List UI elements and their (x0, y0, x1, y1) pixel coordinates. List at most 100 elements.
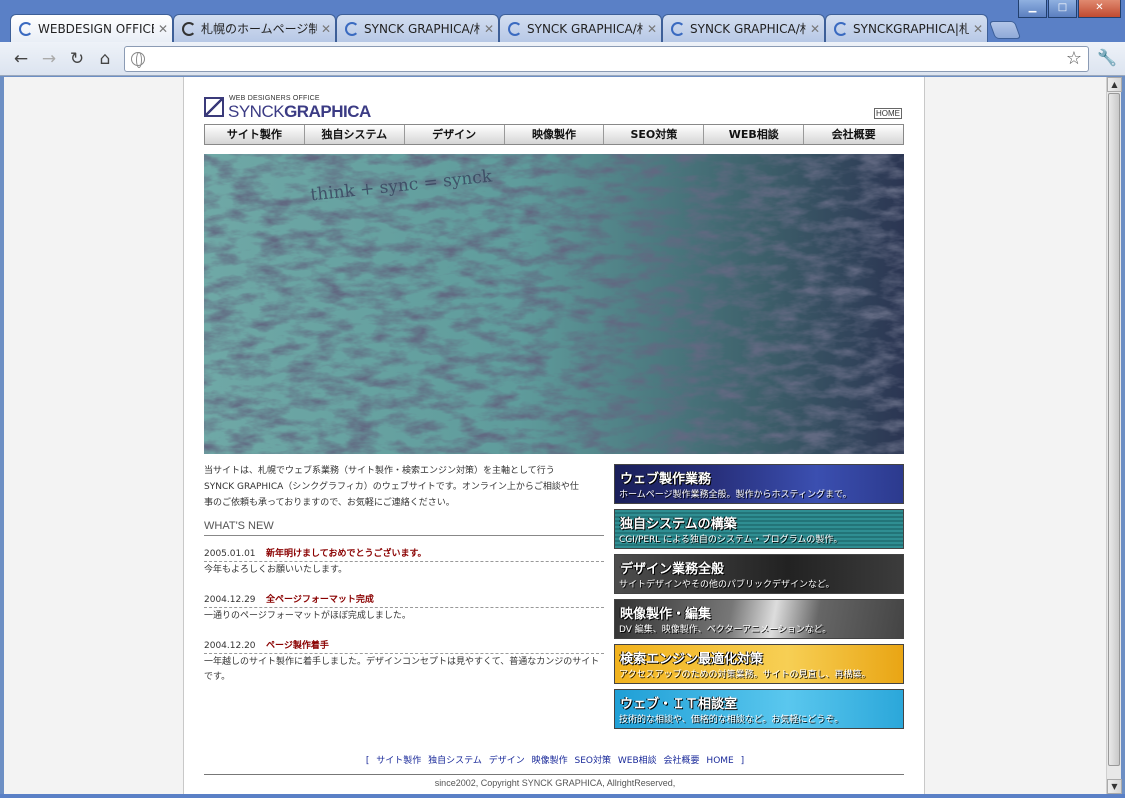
nav-web-consult[interactable]: WEB相談 (704, 125, 805, 144)
hero-image: think + sync = synck (204, 154, 904, 454)
banner-desc: ホームページ製作業務全般。製作からホスティングまで。 (619, 490, 852, 500)
banner-title: ウェブ製作業務 (620, 472, 712, 487)
tab-strip: WEBDESIGN OFFICE : ✕ 札幌のホームページ制作 ✕ SYNCK… (10, 14, 1022, 42)
banner-seo[interactable]: 検索エンジン最適化対策 アクセスアップのための対策業務。サイトの見直し、再構築。 (614, 644, 904, 684)
tab-label: SYNCK GRAPHICA/札 (690, 22, 806, 36)
banner-it-consult[interactable]: ウェブ・ＩＴ相談室 技術的な相談や、価格的な相談など。お気軽にどうぞ。 (614, 689, 904, 729)
logo-subtitle: WEB DESIGNERS OFFICE (229, 95, 320, 102)
back-arrow-icon[interactable]: ← (10, 48, 32, 70)
nav-video[interactable]: 映像製作 (504, 125, 605, 144)
page-viewport: WEB DESIGNERS OFFICE SYNCKGRAPHICA HOME … (4, 77, 1106, 794)
news-item: 2005.01.01 新年明けましておめでとうございます。 今年もよろしくお願いい… (204, 546, 604, 578)
hero-texture (204, 154, 904, 454)
site-page: WEB DESIGNERS OFFICE SYNCKGRAPHICA HOME … (183, 77, 925, 794)
banner-title: デザイン業務全般 (620, 562, 725, 577)
footer-link[interactable]: SEO対策 (575, 756, 611, 766)
tab-label: SYNCK GRAPHICA/札 (527, 22, 643, 36)
news-date: 2004.12.29 (204, 595, 256, 605)
loading-icon (508, 21, 522, 36)
loading-icon (345, 21, 359, 36)
loading-icon (671, 21, 685, 36)
footer-divider (204, 774, 904, 775)
browser-tab-2[interactable]: 札幌のホームページ制作 ✕ (173, 14, 336, 42)
loading-icon (182, 21, 196, 36)
maximize-button[interactable]: □ (1048, 0, 1077, 18)
news-title: 全ページフォーマット完成 (266, 595, 374, 605)
scroll-down-icon[interactable]: ▼ (1107, 779, 1122, 794)
footer-link[interactable]: WEB相談 (618, 756, 657, 766)
intro-text: 当サイトは、札幌でウェブ系業務（サイト製作・検索エンジン対策）を主軸として行うS… (204, 466, 579, 508)
address-bar[interactable]: ☆ (124, 46, 1089, 72)
tab-label: 札幌のホームページ制作 (201, 22, 317, 36)
banner-desc: 技術的な相談や、価格的な相談など。お気軽にどうぞ。 (619, 715, 844, 725)
footer-bracket-close: ] (740, 756, 745, 766)
nav-company[interactable]: 会社概要 (804, 125, 904, 144)
close-window-button[interactable]: ✕ (1078, 0, 1121, 18)
news-header: 2004.12.29 全ページフォーマット完成 (204, 592, 604, 608)
reload-icon[interactable]: ↻ (66, 48, 88, 70)
forward-arrow-icon[interactable]: → (38, 48, 60, 70)
footer-link[interactable]: HOME (706, 756, 733, 766)
banner-video[interactable]: 映像製作・編集 DV 編集、映像製作、ベクターアニメーションなど。 (614, 599, 904, 639)
logo-mark-icon (204, 97, 224, 117)
loading-icon (19, 21, 33, 36)
home-link[interactable]: HOME (874, 108, 902, 119)
tab-close-icon[interactable]: ✕ (154, 22, 172, 36)
tab-close-icon[interactable]: ✕ (643, 22, 661, 36)
scroll-up-icon[interactable]: ▲ (1107, 77, 1122, 92)
footer-link[interactable]: 会社概要 (664, 756, 700, 766)
scrollbar-thumb[interactable] (1108, 93, 1120, 766)
news-list: 2005.01.01 新年明けましておめでとうございます。 今年もよろしくお願いい… (204, 546, 604, 699)
site-logo[interactable]: WEB DESIGNERS OFFICE SYNCKGRAPHICA (204, 95, 389, 121)
news-header: 2005.01.01 新年明けましておめでとうございます。 (204, 546, 604, 562)
news-body: 今年もよろしくお願いいたします。 (204, 565, 348, 575)
nav-site-production[interactable]: サイト製作 (205, 125, 305, 144)
banner-custom-system[interactable]: 独自システムの構築 CGI/PERL による独自のシステム・プログラムの製作。 (614, 509, 904, 549)
banner-title: 映像製作・編集 (620, 607, 712, 622)
tab-close-icon[interactable]: ✕ (806, 22, 824, 36)
nav-seo[interactable]: SEO対策 (604, 125, 705, 144)
home-icon[interactable]: ⌂ (94, 48, 116, 70)
browser-toolbar: ← → ↻ ⌂ ☆ 🔧 (0, 42, 1125, 76)
minimize-button[interactable]: ▁ (1018, 0, 1047, 18)
footer-link[interactable]: サイト製作 (376, 756, 421, 766)
banner-desc: CGI/PERL による独自のシステム・プログラムの製作。 (619, 535, 843, 545)
news-body: 一年越しのサイト製作に着手しました。デザインコンセプトは見やすくて、普通なカンジ… (204, 657, 600, 682)
banner-web-production[interactable]: ウェブ製作業務 ホームページ製作業務全般。製作からホスティングまで。 (614, 464, 904, 504)
news-date: 2005.01.01 (204, 549, 256, 559)
new-tab-button[interactable] (988, 21, 1022, 39)
footer-link[interactable]: デザイン (489, 756, 525, 766)
banner-title: 独自システムの構築 (620, 517, 737, 532)
news-item: 2004.12.29 全ページフォーマット完成 一通りのページフォーマットがほぼ完… (204, 592, 604, 624)
copyright: since2002, Copyright SYNCK GRAPHICA, All… (434, 778, 676, 788)
browser-tab-4[interactable]: SYNCK GRAPHICA/札 ✕ (499, 14, 662, 42)
news-item: 2004.12.20 ページ製作着手 一年越しのサイト製作に着手しました。デザイン… (204, 638, 604, 685)
nav-custom-system[interactable]: 独自システム (304, 125, 405, 144)
tab-label: SYNCKGRAPHICA|札幌 (853, 22, 969, 36)
browser-tab-1[interactable]: WEBDESIGN OFFICE : ✕ (10, 14, 173, 42)
news-header: 2004.12.20 ページ製作着手 (204, 638, 604, 654)
wrench-icon[interactable]: 🔧 (1097, 48, 1117, 67)
banner-desc: アクセスアップのための対策業務。サイトの見直し、再構築。 (619, 670, 871, 680)
tab-close-icon[interactable]: ✕ (969, 22, 987, 36)
news-body: 一通りのページフォーマットがほぼ完成しました。 (204, 611, 411, 621)
tab-close-icon[interactable]: ✕ (480, 22, 498, 36)
footer-link[interactable]: 映像製作 (532, 756, 568, 766)
globe-icon (131, 52, 145, 68)
bookmark-star-icon[interactable]: ☆ (1066, 47, 1082, 71)
nav-design[interactable]: デザイン (404, 125, 505, 144)
banner-desc: サイトデザインやその他のパブリックデザインなど。 (619, 580, 835, 590)
footer-links: [ サイト製作 独自システム デザイン 映像製作 SEO対策 WEB相談 会社概… (184, 753, 926, 766)
window-controls: ▁ □ ✕ (1018, 0, 1121, 18)
browser-tab-5[interactable]: SYNCK GRAPHICA/札 ✕ (662, 14, 825, 42)
whats-new-heading: WHAT'S NEW (204, 520, 604, 536)
banner-design[interactable]: デザイン業務全般 サイトデザインやその他のパブリックデザインなど。 (614, 554, 904, 594)
footer-link[interactable]: 独自システム (428, 756, 482, 766)
browser-tab-3[interactable]: SYNCK GRAPHICA/札 ✕ (336, 14, 499, 42)
tab-close-icon[interactable]: ✕ (317, 22, 335, 36)
service-banners: ウェブ製作業務 ホームページ製作業務全般。製作からホスティングまで。 独自システ… (614, 464, 904, 734)
footer-bracket-open: [ (365, 756, 370, 766)
news-title: ページ製作着手 (266, 641, 329, 651)
vertical-scrollbar[interactable]: ▲ ▼ (1106, 77, 1122, 794)
browser-tab-6[interactable]: SYNCKGRAPHICA|札幌 ✕ (825, 14, 988, 42)
